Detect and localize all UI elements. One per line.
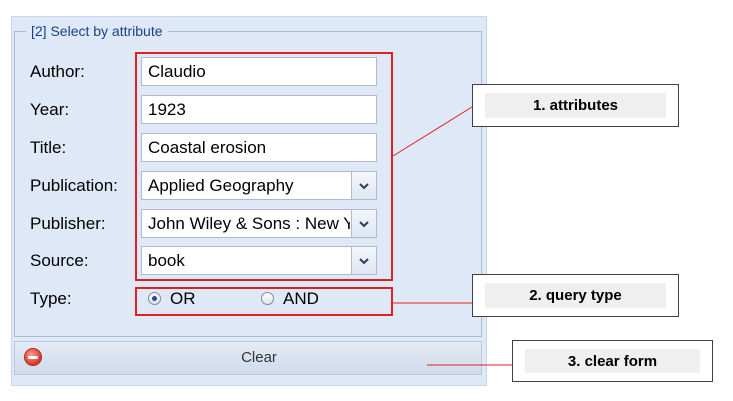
callout-query-type-text: 2. query type <box>485 283 666 308</box>
callout-attributes: 1. attributes <box>472 84 679 127</box>
callout-clear-form-text: 3. clear form <box>525 349 700 373</box>
callout-clear-form: 3. clear form <box>512 340 713 382</box>
callout-query-type: 2. query type <box>472 274 679 317</box>
callout-attributes-text: 1. attributes <box>485 93 666 118</box>
